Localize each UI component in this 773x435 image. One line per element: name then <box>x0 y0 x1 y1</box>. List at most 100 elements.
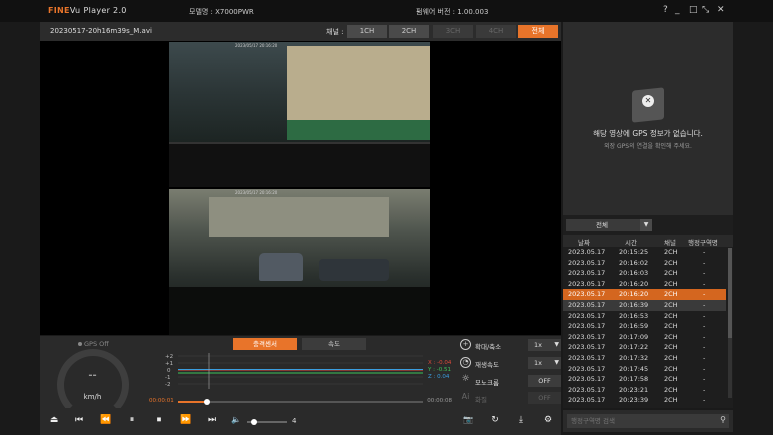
tab-speed[interactable]: 속도 <box>302 338 366 350</box>
ai-quality-label: 화질 <box>475 396 487 404</box>
table-row[interactable]: 2023.05.17 20:16:02 2CH - <box>563 258 726 269</box>
event-list-panel: 전체 ▼ 날짜 시간 채널 행정구역명 2023.05.17 20:15:25 2C… <box>563 215 733 408</box>
monochrome-toggle[interactable]: OFF <box>528 375 561 387</box>
video-area[interactable]: 2023/05/17 20:16:20 2023/05/17 20:16:20 <box>40 41 561 335</box>
current-time: 00:00:01 <box>149 398 174 404</box>
gps-message: 해당 영상에 GPS 정보가 없습니다. <box>593 129 703 138</box>
video-frame-front[interactable]: 2023/05/17 20:16:20 <box>169 42 430 187</box>
eject-icon[interactable]: ⏏ <box>47 415 61 425</box>
legend-y: Y : -0.51 <box>428 367 451 373</box>
playback-speed-select[interactable]: 1x ▼ <box>528 357 561 369</box>
cell-time: 20:23:39 <box>619 396 649 405</box>
table-row[interactable]: 2023.05.17 20:16:03 2CH - <box>563 268 726 279</box>
table-row[interactable]: 2023.05.17 20:17:22 2CH - <box>563 342 726 353</box>
zoom-select[interactable]: 1x ▼ <box>528 339 561 351</box>
ai-quality-option: Ai 화질 OFF <box>460 391 561 405</box>
col-area: 행정구역명 <box>688 239 718 247</box>
volume-slider[interactable] <box>247 419 287 425</box>
monochrome-label: 모노크롬 <box>475 379 499 387</box>
fast-forward-icon[interactable]: ⏩ <box>179 415 193 425</box>
channel-all-button[interactable]: 전체 <box>518 25 558 38</box>
cell-date: 2023.05.17 <box>568 332 606 341</box>
seek-handle[interactable] <box>204 399 211 405</box>
table-row[interactable]: 2023.05.17 20:16:20 2CH - <box>563 279 726 290</box>
snapshot-icon[interactable]: 📷 <box>461 415 475 424</box>
channel-2ch-button[interactable]: 2CH <box>389 25 429 38</box>
next-icon[interactable]: ⏭ <box>205 415 219 425</box>
ai-quality-toggle[interactable]: OFF <box>528 392 561 404</box>
cell-time: 20:15:25 <box>619 248 649 256</box>
monochrome-option: ☼ 모노크롬 OFF <box>460 374 561 388</box>
seek-bar[interactable] <box>178 399 423 405</box>
cell-time: 20:16:53 <box>619 311 649 320</box>
event-filter-select[interactable]: 전체 ▼ <box>566 219 652 231</box>
search-icon[interactable]: ⚲ <box>720 415 726 424</box>
cell-ch: 2CH <box>664 279 678 288</box>
sensor-graph: +2 +1 0 -1 -2 X : -0.04 Y : -0.51 Z : 0.… <box>145 353 456 393</box>
cell-ch: 2CH <box>664 322 678 331</box>
pause-icon[interactable]: ⏸ <box>125 415 139 425</box>
download-icon[interactable]: ⤓ <box>514 415 528 425</box>
sensor-lines <box>178 353 423 389</box>
table-row[interactable]: 2023.05.17 20:17:45 2CH - <box>563 364 726 375</box>
cell-area: - <box>703 353 706 362</box>
channel-4ch-button[interactable]: 4CH <box>476 25 516 38</box>
video-scene-hood <box>169 142 430 187</box>
video-scene-stripe <box>287 120 430 140</box>
table-row[interactable]: 2023.05.17 20:16:20 2CH - <box>563 289 726 300</box>
app-logo: FINEVu Player 2.0 <box>48 6 127 15</box>
cell-date: 2023.05.17 <box>568 396 606 405</box>
scrollbar-thumb[interactable] <box>728 248 732 338</box>
table-row[interactable]: 2023.05.17 20:15:25 2CH - <box>563 247 726 258</box>
playback-speed-label: 재생속도 <box>475 361 499 369</box>
restore-button[interactable]: ⤡ <box>702 5 709 15</box>
video-scene-car <box>259 253 303 281</box>
cell-time: 20:16:02 <box>619 258 649 267</box>
channel-3ch-button[interactable]: 3CH <box>433 25 473 38</box>
cell-date: 2023.05.17 <box>568 375 606 384</box>
cell-time: 20:16:39 <box>619 300 649 309</box>
cell-ch: 2CH <box>664 311 678 320</box>
volume-handle[interactable] <box>251 419 257 425</box>
cell-date: 2023.05.17 <box>568 343 606 352</box>
tab-impact-sensor[interactable]: 충격센서 <box>233 338 297 350</box>
rotate-icon[interactable]: ↻ <box>488 415 502 425</box>
table-row[interactable]: 2023.05.17 20:16:39 2CH - <box>563 299 726 311</box>
cell-area: - <box>703 258 706 267</box>
cell-time: 20:17:58 <box>619 375 649 384</box>
cell-date: 2023.05.17 <box>568 279 606 288</box>
speed-value: -- <box>88 370 97 381</box>
table-row[interactable]: 2023.05.17 20:16:59 2CH - <box>563 321 726 332</box>
cell-date: 2023.05.17 <box>568 364 606 373</box>
sensor-panel: 충격센서 속도 +2 +1 0 -1 -2 X : -0.04 Y : -0.5… <box>145 336 456 408</box>
gps-map-panel: ✕ 해당 영상에 GPS 정보가 없습니다. 외장 GPS의 연결을 확인해 주… <box>563 22 733 215</box>
table-row[interactable]: 2023.05.17 20:17:09 2CH - <box>563 332 726 343</box>
previous-icon[interactable]: ⏮ <box>72 415 86 425</box>
file-name: 20230517-20h16m39s_M.avi <box>50 27 152 35</box>
channel-1ch-button[interactable]: 1CH <box>347 25 387 38</box>
help-button[interactable]: ? <box>663 5 668 15</box>
table-row[interactable]: 2023.05.17 20:17:32 2CH - <box>563 353 726 364</box>
table-row[interactable]: 2023.05.17 20:23:39 2CH - <box>563 395 726 406</box>
table-row[interactable]: 2023.05.17 20:17:58 2CH - <box>563 374 726 385</box>
video-frame-rear[interactable]: 2023/05/17 20:16:20 <box>169 189 430 335</box>
cell-time: 20:16:03 <box>619 269 649 278</box>
zoom-option: + 확대/축소 1x ▼ <box>460 338 561 352</box>
settings-icon[interactable]: ⚙ <box>541 415 555 425</box>
maximize-button[interactable]: □ <box>689 5 698 15</box>
volume-icon[interactable]: 🔈 <box>229 415 243 424</box>
list-scrollbar[interactable] <box>728 248 732 398</box>
stop-icon[interactable]: ⏹ <box>152 415 166 425</box>
table-row[interactable]: 2023.05.17 20:16:53 2CH - <box>563 311 726 322</box>
table-row[interactable]: 2023.05.17 20:23:21 2CH - <box>563 385 726 396</box>
search-input[interactable] <box>571 414 711 428</box>
file-bar: 20230517-20h16m39s_M.avi 채널 : 1CH 2CH 3C… <box>40 22 561 41</box>
cell-time: 20:23:21 <box>619 385 649 394</box>
cell-ch: 2CH <box>664 353 678 362</box>
minimize-button[interactable]: _ <box>675 5 680 15</box>
cell-area: - <box>703 343 706 352</box>
rewind-icon[interactable]: ⏪ <box>99 415 113 425</box>
legend-z: Z : 0.04 <box>428 374 450 380</box>
close-button[interactable]: ✕ <box>717 5 725 15</box>
cell-ch: 2CH <box>664 258 678 267</box>
